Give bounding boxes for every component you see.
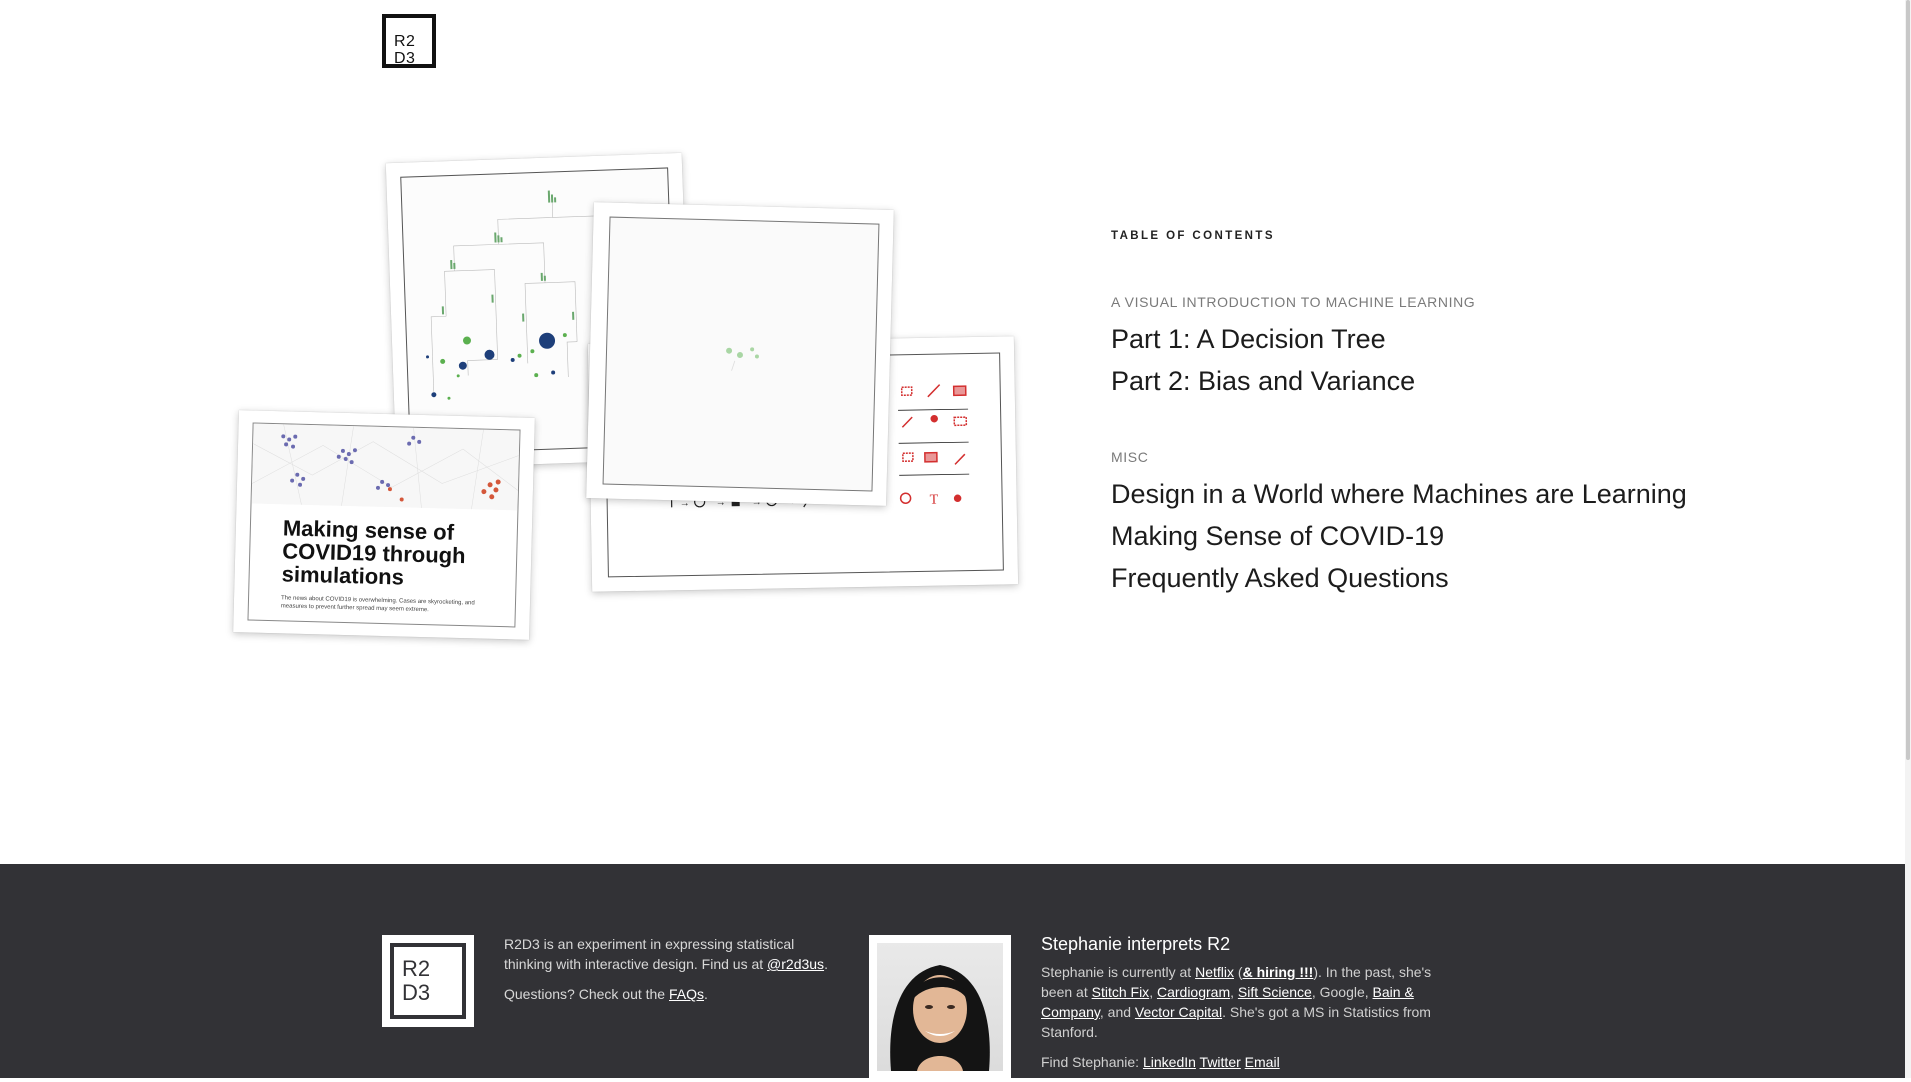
r2d3-logo[interactable]: R2 D3 <box>382 14 436 68</box>
toc-heading: TABLE OF CONTENTS <box>1111 230 1751 242</box>
logo-line-2: D3 <box>394 50 432 67</box>
vector-capital-link[interactable]: Vector Capital <box>1135 1004 1222 1020</box>
footer-about: R2D3 is an experiment in expressing stat… <box>504 934 834 1014</box>
about-text: R2D3 is an experiment in expressing stat… <box>504 936 794 972</box>
email-link[interactable]: Email <box>1245 1054 1280 1070</box>
bio-text: Stephanie is currently at <box>1041 964 1191 980</box>
covid-title-line-3: simulations <box>281 562 502 591</box>
toc-section-title: A VISUAL INTRODUCTION TO MACHINE LEARNIN… <box>1111 294 1751 310</box>
footer-logo-line-2: D3 <box>402 981 462 1005</box>
toc-section-misc: MISC Design in a World where Machines ar… <box>1111 449 1751 599</box>
questions-text: Questions? Check out the <box>504 986 665 1002</box>
toc-link-faq[interactable]: Frequently Asked Questions <box>1111 557 1751 599</box>
toc-link-covid[interactable]: Making Sense of COVID-19 <box>1111 515 1751 557</box>
toc-section-ml: A VISUAL INTRODUCTION TO MACHINE LEARNIN… <box>1111 294 1751 402</box>
find-label: Find Stephanie: <box>1041 1054 1139 1070</box>
logo-line-1: R2 <box>394 33 432 50</box>
netflix-link[interactable]: Netflix <box>1195 964 1234 980</box>
stephanie-portrait <box>869 935 1011 1079</box>
stephanie-bio: Stephanie interprets R2 Stephanie is cur… <box>1041 934 1441 1082</box>
hiring-link[interactable]: & hiring !!! <box>1243 964 1314 980</box>
linkedin-link[interactable]: LinkedIn <box>1143 1054 1196 1070</box>
about-paragraph: R2D3 is an experiment in expressing stat… <box>504 934 834 974</box>
svg-text:T: T <box>930 493 939 508</box>
bio-text: , and <box>1100 1004 1131 1020</box>
bio-paragraph: Stephanie is currently at Netflix (& hir… <box>1041 962 1441 1042</box>
page-scrollbar[interactable] <box>1905 0 1911 1078</box>
scrollbar-thumb[interactable] <box>1906 0 1910 760</box>
twitter-link[interactable]: Twitter <box>1200 1054 1241 1070</box>
covid-card[interactable]: Making sense of COVID19 through simulati… <box>233 410 535 640</box>
portrait-photo <box>877 943 1003 1071</box>
find-stephanie: Find Stephanie: LinkedIn Twitter Email <box>1041 1052 1441 1072</box>
footer-logo-line-1: R2 <box>402 957 462 981</box>
table-of-contents: TABLE OF CONTENTS A VISUAL INTRODUCTION … <box>1111 230 1751 599</box>
covid-card-blurb: The news about COVID19 is overwhelming. … <box>281 594 501 616</box>
toc-link-design[interactable]: Design in a World where Machines are Lea… <box>1111 473 1751 515</box>
covid-card-title: Making sense of COVID19 through simulati… <box>281 516 503 591</box>
bias-variance-thumbnail <box>604 218 879 491</box>
footer-logo[interactable]: R2 D3 <box>382 935 474 1027</box>
stitch-fix-link[interactable]: Stitch Fix <box>1092 984 1150 1000</box>
questions-paragraph: Questions? Check out the FAQs. <box>504 984 834 1004</box>
covid-network-thumbnail <box>252 424 520 511</box>
twitter-handle-link[interactable]: @r2d3us <box>767 956 824 972</box>
toc-section-title: MISC <box>1111 449 1751 465</box>
toc-link-bias-variance[interactable]: Part 2: Bias and Variance <box>1111 360 1751 402</box>
bio-title: Stephanie interprets R2 <box>1041 934 1441 954</box>
toc-link-decision-tree[interactable]: Part 1: A Decision Tree <box>1111 318 1751 360</box>
faqs-link[interactable]: FAQs <box>669 986 704 1002</box>
bio-text: , Google, <box>1312 984 1369 1000</box>
cardiogram-link[interactable]: Cardiogram <box>1157 984 1230 1000</box>
site-footer: R2 D3 R2D3 is an experiment in expressin… <box>0 864 1905 1078</box>
portrait-illustration <box>877 943 1003 1071</box>
sift-science-link[interactable]: Sift Science <box>1238 984 1312 1000</box>
bias-variance-card[interactable] <box>586 202 894 506</box>
